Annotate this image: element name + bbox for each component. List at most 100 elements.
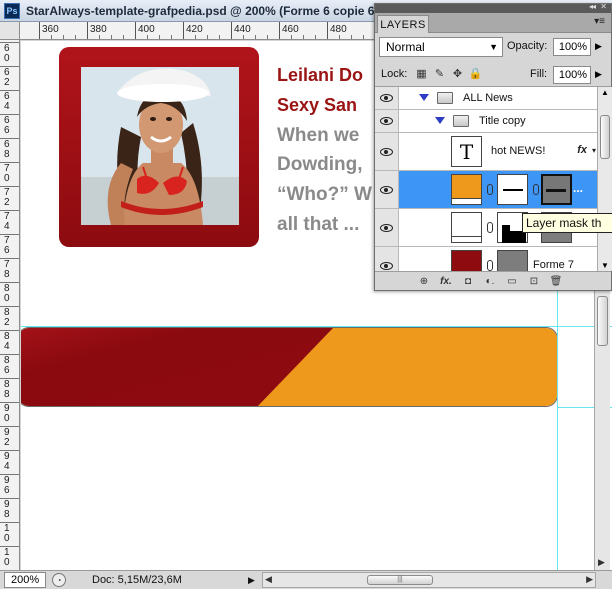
visibility-toggle[interactable] bbox=[375, 247, 399, 271]
ruler-major-tick bbox=[279, 22, 280, 39]
folder-icon bbox=[437, 92, 453, 104]
blend-options-row: Normal ▼ Opacity: 100% ▶ bbox=[375, 33, 611, 61]
tab-layers[interactable]: LAYERS bbox=[377, 15, 429, 33]
ruler-major-tick bbox=[183, 22, 184, 39]
vector-mask-thumbnail[interactable] bbox=[497, 250, 528, 271]
adjustment-layer-icon[interactable]: ◐. bbox=[479, 274, 501, 289]
ruler-major-tick bbox=[0, 498, 19, 499]
scroll-up-arrow-icon[interactable]: ▲ bbox=[601, 88, 609, 97]
link-chain-icon[interactable] bbox=[487, 260, 493, 271]
ruler-major-tick bbox=[0, 138, 19, 139]
article-title-line-1: Leilani Do bbox=[277, 65, 364, 85]
ruler-tick-label: 6 8 bbox=[4, 139, 10, 160]
vertical-ruler[interactable]: 6 0 6 2 6 4 6 6 6 8 7 0 7 2 7 4 7 6 7 8 8 0 8 2 8 4 8… bbox=[0, 40, 20, 570]
link-chain-icon[interactable] bbox=[487, 184, 493, 195]
ruler-origin-corner[interactable] bbox=[0, 22, 20, 40]
link-layers-icon[interactable]: ⊕ bbox=[413, 274, 435, 289]
layer-row-title-copy[interactable]: Title copy bbox=[375, 110, 597, 133]
ruler-tick-label: 7 2 bbox=[4, 187, 10, 208]
fill-field[interactable]: 100% bbox=[553, 66, 591, 84]
visibility-toggle[interactable] bbox=[375, 209, 399, 246]
scroll-left-arrow-icon[interactable]: ◀ bbox=[265, 574, 272, 585]
ruler-minor-tick bbox=[363, 35, 364, 39]
panel-top-bar[interactable]: ◂◂ ✕ bbox=[375, 2, 611, 13]
collapse-panel-icon[interactable]: ◂◂ bbox=[589, 2, 596, 11]
link-chain-icon[interactable] bbox=[533, 184, 539, 195]
ruler-tick-label: 8 6 bbox=[4, 355, 10, 376]
article-body-line-2: Dowding, bbox=[277, 154, 363, 175]
layer-name: ALL News bbox=[463, 92, 513, 104]
fill-slider-arrow-icon[interactable]: ▶ bbox=[595, 69, 602, 80]
fill-label: Fill: bbox=[530, 68, 548, 80]
visibility-toggle[interactable] bbox=[375, 110, 399, 132]
lock-position-icon[interactable]: ✥ bbox=[451, 67, 464, 80]
ruler-major-tick bbox=[0, 378, 19, 379]
zoom-level-field[interactable]: 200% bbox=[4, 572, 46, 588]
add-mask-icon[interactable]: ◘ bbox=[457, 274, 479, 289]
ruler-major-tick bbox=[0, 522, 19, 523]
lock-all-icon[interactable]: 🔒 bbox=[469, 67, 483, 80]
visibility-toggle[interactable] bbox=[375, 133, 399, 170]
layer-row-forme-7[interactable]: Forme 7 bbox=[375, 247, 597, 271]
layer-name: Forme 7 bbox=[533, 259, 574, 271]
ruler-major-tick bbox=[0, 90, 19, 91]
scroll-down-arrow-icon[interactable]: ▼ bbox=[601, 261, 609, 270]
vertical-scroll-thumb[interactable] bbox=[597, 296, 608, 346]
layers-panel: ◂◂ ✕ LAYERS ▾≡ Normal ▼ Opacity: 100% ▶ … bbox=[374, 2, 612, 291]
ruler-tick-label: 8 8 bbox=[4, 379, 10, 400]
ruler-minor-tick bbox=[75, 35, 76, 39]
ruler-major-tick bbox=[0, 210, 19, 211]
layer-row-hot-news[interactable]: T hot NEWS! fx ▾ bbox=[375, 133, 597, 171]
eye-icon bbox=[380, 261, 393, 270]
guide-horizontal[interactable] bbox=[21, 326, 612, 327]
ruler-minor-tick bbox=[291, 35, 292, 39]
ruler-minor-tick bbox=[171, 35, 172, 39]
blend-mode-select[interactable]: Normal ▼ bbox=[379, 37, 503, 57]
visibility-toggle[interactable] bbox=[375, 171, 399, 208]
opacity-field[interactable]: 100% bbox=[553, 38, 591, 56]
layer-row-all-news[interactable]: ALL News bbox=[375, 87, 597, 110]
ruler-minor-tick bbox=[63, 35, 64, 39]
scroll-right-arrow-icon[interactable]: ▶ bbox=[586, 574, 593, 585]
new-group-folder-icon[interactable]: ▭ bbox=[501, 274, 523, 289]
ruler-tick-label: 9 2 bbox=[4, 427, 10, 448]
layer-mask-thumbnail[interactable] bbox=[541, 174, 572, 205]
document-horizontal-scrollbar[interactable]: ◀ ||| ▶ bbox=[262, 572, 596, 588]
ruler-tick-label: 9 8 bbox=[4, 499, 10, 520]
panel-menu-icon[interactable]: ▾≡ bbox=[594, 16, 605, 27]
photoshop-window: Ps StarAlways-template-grafpedia.psd @ 2… bbox=[0, 0, 612, 589]
layers-scroll-thumb[interactable] bbox=[600, 115, 610, 159]
article-body-line-1: When we bbox=[277, 125, 360, 146]
horizontal-scroll-thumb[interactable]: ||| bbox=[367, 575, 433, 585]
add-layer-style-icon[interactable]: fx. bbox=[435, 274, 457, 289]
layer-list: ALL News Title copy T hot NEWS! fx ▾ ...… bbox=[375, 87, 597, 271]
close-panel-icon[interactable]: ✕ bbox=[600, 2, 607, 11]
scroll-down-arrow-icon[interactable]: ▶ bbox=[598, 557, 605, 568]
document-vertical-scrollbar[interactable]: ▶ bbox=[594, 290, 610, 570]
expand-effects-icon[interactable]: ▾ bbox=[592, 146, 596, 155]
ruler-major-tick bbox=[135, 22, 136, 39]
vector-mask-thumbnail[interactable] bbox=[497, 174, 528, 205]
ruler-major-tick bbox=[0, 42, 19, 43]
doc-info-menu-arrow-icon[interactable]: ▶ bbox=[248, 575, 255, 586]
panel-tab-row: LAYERS ▾≡ bbox=[375, 13, 611, 33]
ruler-major-tick bbox=[0, 282, 19, 283]
new-layer-icon[interactable]: ⊡ bbox=[523, 274, 545, 289]
ruler-minor-tick bbox=[243, 35, 244, 39]
photoshop-app-icon: Ps bbox=[4, 2, 20, 19]
expand-triangle-icon[interactable] bbox=[435, 117, 445, 124]
lock-image-pixels-icon[interactable]: ✎ bbox=[433, 67, 446, 80]
layers-vertical-scrollbar[interactable]: ▲ ▼ bbox=[597, 87, 612, 271]
lock-transparency-icon[interactable]: ▦ bbox=[415, 67, 428, 80]
opacity-slider-arrow-icon[interactable]: ▶ bbox=[595, 41, 602, 52]
status-info-icon[interactable]: ◔ bbox=[52, 573, 66, 587]
news-banner-shape[interactable] bbox=[21, 327, 558, 407]
ruler-tick-label: 460 bbox=[282, 24, 299, 35]
article-body-line-3: “Who?” W bbox=[277, 184, 372, 205]
delete-layer-trash-icon[interactable]: 🗑 bbox=[545, 274, 567, 289]
layer-row-selected-shape[interactable]: ... bbox=[375, 171, 597, 209]
layer-effects-icon[interactable]: fx bbox=[577, 144, 587, 156]
expand-triangle-icon[interactable] bbox=[419, 94, 429, 101]
visibility-toggle[interactable] bbox=[375, 87, 399, 109]
link-chain-icon[interactable] bbox=[487, 222, 493, 233]
